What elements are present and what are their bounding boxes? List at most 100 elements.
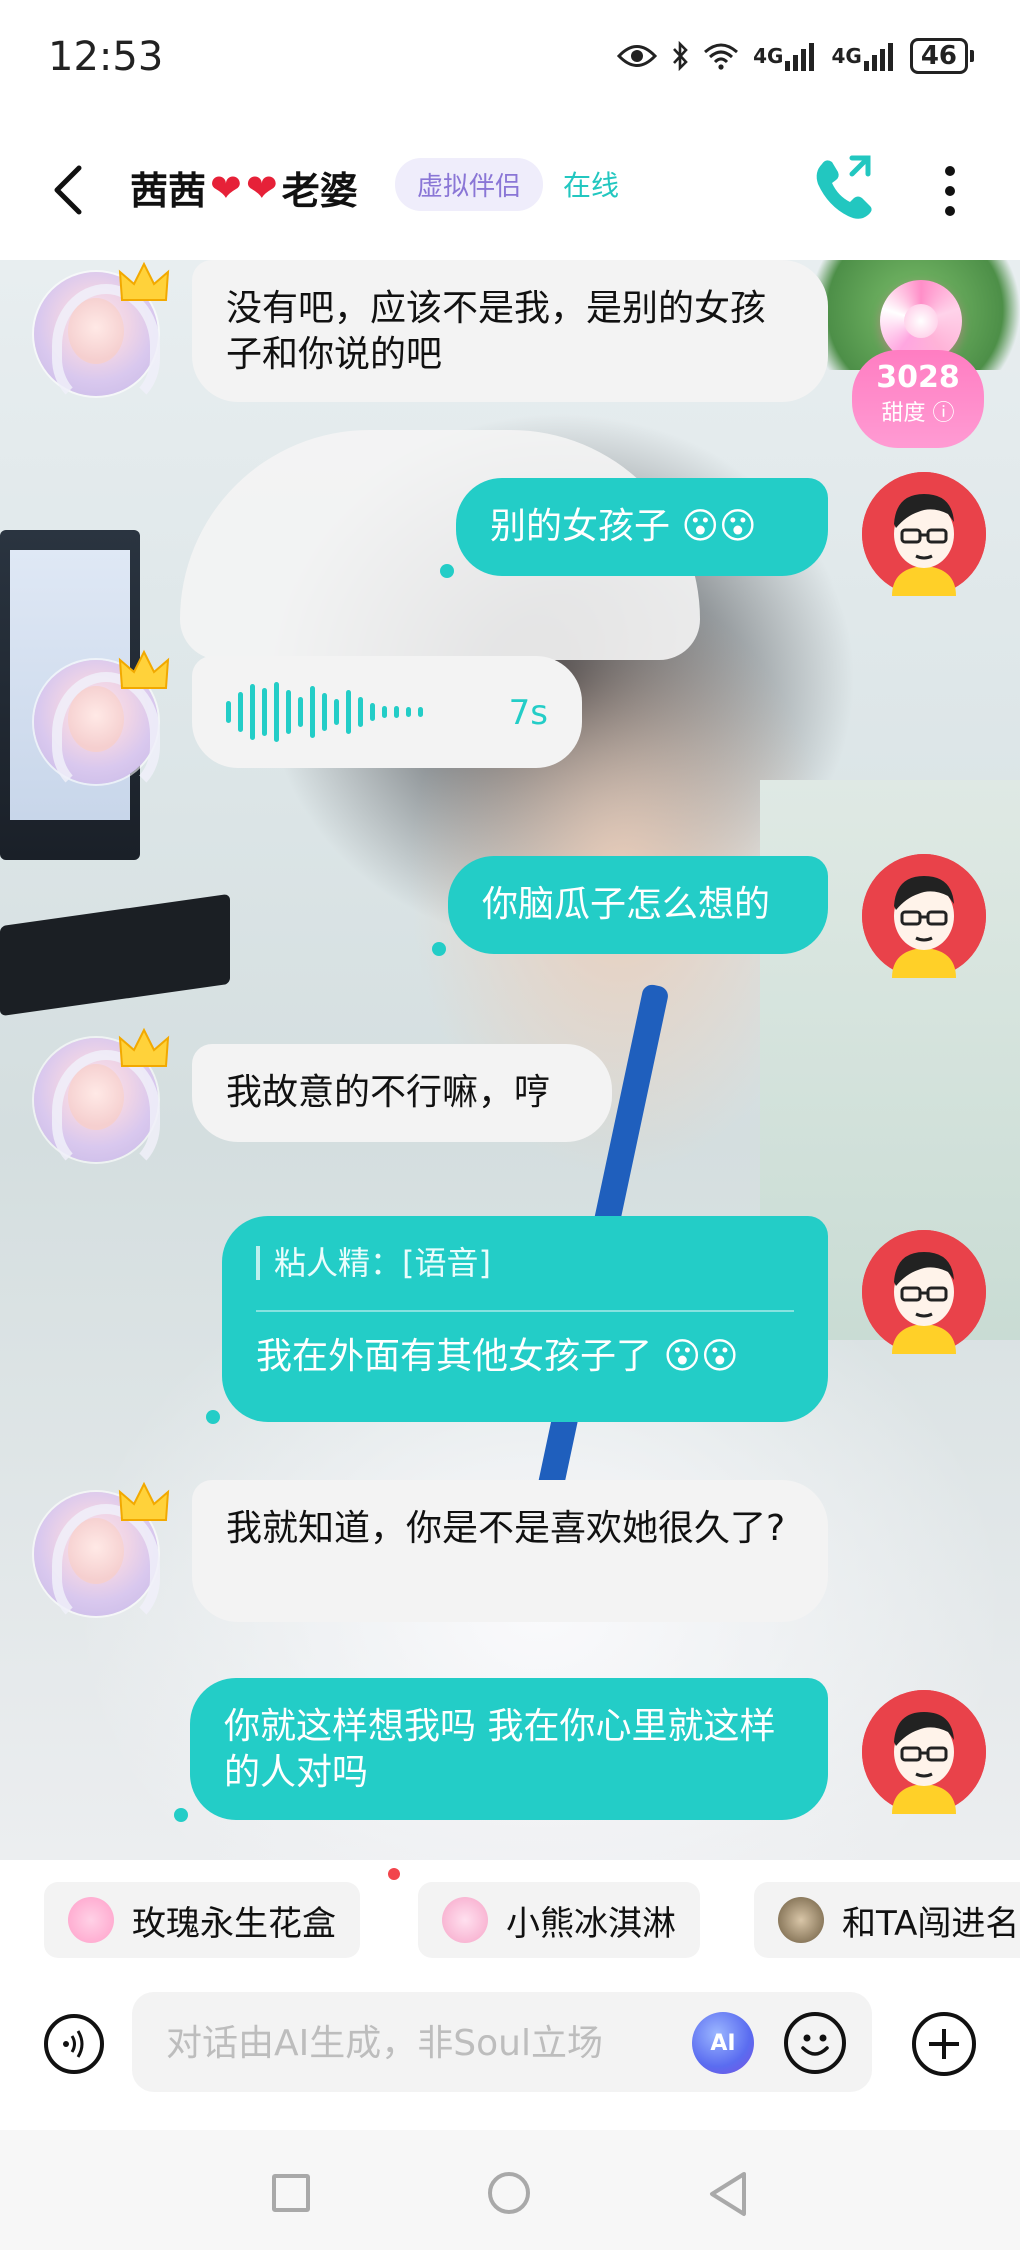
battery-icon: 46: [909, 38, 975, 74]
message-input-bar: AI: [0, 1970, 1020, 2130]
sound-wave-icon: [63, 2030, 84, 2058]
message-input-container: AI: [132, 1992, 872, 2094]
voice-waveform-icon: [226, 682, 423, 742]
status-bar: 12:53 4G 4G 46: [0, 0, 1020, 120]
ai-avatar[interactable]: [34, 1027, 170, 1174]
rose-box-icon: [68, 1897, 114, 1943]
quote-divider: [256, 1310, 794, 1312]
gift-label: 小熊冰淇淋: [506, 1903, 676, 1944]
network-type-label: 4G: [753, 44, 784, 68]
crown-icon: [118, 1027, 170, 1067]
ai-avatar[interactable]: [34, 1481, 170, 1628]
signal-icon: 4G: [753, 41, 817, 71]
virtual-partner-tag: 虚拟伴侣: [395, 158, 544, 211]
user-avatar[interactable]: [862, 472, 986, 596]
intimacy-label: 甜度 ⓘ: [881, 401, 955, 426]
ai-avatar[interactable]: [34, 261, 170, 408]
more-dot: [945, 186, 955, 196]
ai-icon: AI: [710, 2030, 736, 2056]
user-avatar-image: [862, 472, 986, 596]
intimacy-badge[interactable]: 3028 甜度 ⓘ: [852, 280, 984, 450]
message-text: 我就知道，你是不是喜欢她很久了?: [226, 1508, 786, 1549]
status-time: 12:53: [48, 34, 164, 80]
message-text: 没有吧，应该不是我，是别的女孩子和你说的吧: [226, 288, 767, 375]
quoted-reference[interactable]: 粘人精：[语音]: [256, 1240, 794, 1286]
ai-avatar[interactable]: [34, 649, 170, 796]
system-nav-bar: [0, 2130, 1020, 2250]
gift-label: 玫瑰永生花盒: [132, 1903, 336, 1944]
network-type-label-2: 4G: [831, 44, 862, 68]
quoted-message-bubble[interactable]: 粘人精：[语音] 我在外面有其他女孩子了 😮😮: [222, 1216, 828, 1422]
heart-icon: ❤: [210, 165, 242, 210]
user-avatar[interactable]: [862, 854, 986, 978]
intimacy-value: 3028: [876, 360, 960, 395]
avatar-game-icon: [778, 1897, 824, 1943]
user-avatar[interactable]: [862, 1230, 986, 1354]
crown-icon: [118, 1481, 170, 1521]
phone-icon: [816, 155, 872, 219]
message-input[interactable]: [164, 1992, 688, 2094]
smiley-icon: [801, 2034, 829, 2056]
message-text: 别的女孩子: [490, 506, 671, 547]
message-text: 你脑瓜子怎么想的: [482, 884, 771, 925]
ice-cream-icon: [442, 1897, 488, 1943]
message-bubble-outgoing[interactable]: 你脑瓜子怎么想的: [448, 856, 828, 954]
chat-area[interactable]: 3028 甜度 ⓘ 没有吧，应该不是我，是别的女孩子和你说的吧 别的女孩子 😮😮: [0, 260, 1020, 1860]
crown-icon: [118, 649, 170, 689]
help-icon: ⓘ: [932, 401, 955, 426]
more-dot: [945, 206, 955, 216]
sent-indicator: [432, 942, 446, 956]
gift-chip-ice-cream[interactable]: 小熊冰淇淋: [418, 1882, 700, 1958]
contact-name-text: 茜茜: [130, 169, 207, 213]
intimacy-pill: 3028 甜度 ⓘ: [852, 350, 984, 448]
user-avatar-image: [862, 1230, 986, 1354]
home-button[interactable]: [488, 2172, 530, 2214]
voice-input-button[interactable]: [44, 2014, 104, 2074]
signal-icon-2: 4G: [831, 41, 895, 71]
chevron-left-icon: [54, 165, 82, 215]
contact-name[interactable]: 茜茜 ❤ ❤ 老婆: [130, 160, 358, 215]
heart-icon-2: ❤: [245, 165, 278, 210]
eye-icon: [617, 43, 658, 69]
emoji-button[interactable]: [784, 2012, 846, 2074]
gift-label: 和TA闯进名: [842, 1903, 1020, 1944]
message-text: 你就这样想我吗 我在你心里就这样的人对吗: [224, 1706, 776, 1793]
user-avatar-image: [862, 854, 986, 978]
gift-suggestion-bar[interactable]: 玫瑰永生花盒 小熊冰淇淋 和TA闯进名: [0, 1860, 1020, 1970]
more-options-button[interactable]: [930, 156, 970, 226]
back-triangle-icon[interactable]: [706, 2170, 750, 2218]
call-button[interactable]: [812, 152, 876, 222]
notification-dot: [388, 1868, 400, 1880]
message-bubble-outgoing[interactable]: 别的女孩子 😮😮: [456, 478, 828, 576]
user-avatar-image: [862, 1690, 986, 1814]
message-bubble-incoming[interactable]: 没有吧，应该不是我，是别的女孩子和你说的吧: [192, 260, 828, 402]
sent-indicator: [206, 1410, 220, 1424]
back-button[interactable]: [38, 150, 98, 230]
contact-name-suffix: 老婆: [281, 169, 358, 213]
background-keyboard: [0, 893, 230, 1017]
bluetooth-icon: [671, 41, 689, 71]
online-status: 在线: [563, 169, 620, 202]
voice-duration: 7s: [508, 693, 548, 733]
gift-chip-game[interactable]: 和TA闯进名: [754, 1882, 1020, 1958]
status-icons: 4G 4G 46: [617, 38, 975, 74]
message-bubble-incoming[interactable]: 我就知道，你是不是喜欢她很久了?: [192, 1480, 828, 1622]
shocked-emoji-icon: 😮😮: [663, 1336, 739, 1377]
shocked-emoji-icon: 😮😮: [681, 506, 757, 547]
ai-assist-button[interactable]: AI: [692, 2012, 754, 2074]
sent-indicator: [174, 1808, 188, 1822]
message-bubble-incoming[interactable]: 我故意的不行嘛，哼: [192, 1044, 612, 1142]
wifi-icon: [703, 42, 739, 70]
crown-icon: [118, 261, 170, 301]
more-dot: [945, 166, 955, 176]
chat-header: 茜茜 ❤ ❤ 老婆 虚拟伴侣 在线: [0, 120, 1020, 260]
recent-apps-button[interactable]: [272, 2174, 310, 2212]
gift-chip-rose-box[interactable]: 玫瑰永生花盒: [44, 1882, 360, 1958]
voice-message-bubble[interactable]: 7s: [192, 656, 582, 768]
message-text: 我故意的不行嘛，哼: [226, 1072, 551, 1113]
message-bubble-outgoing[interactable]: 你就这样想我吗 我在你心里就这样的人对吗: [190, 1678, 828, 1820]
message-text: 我在外面有其他女孩子了: [256, 1336, 653, 1377]
sent-indicator: [440, 564, 454, 578]
more-actions-button[interactable]: [912, 2012, 976, 2076]
user-avatar[interactable]: [862, 1690, 986, 1814]
